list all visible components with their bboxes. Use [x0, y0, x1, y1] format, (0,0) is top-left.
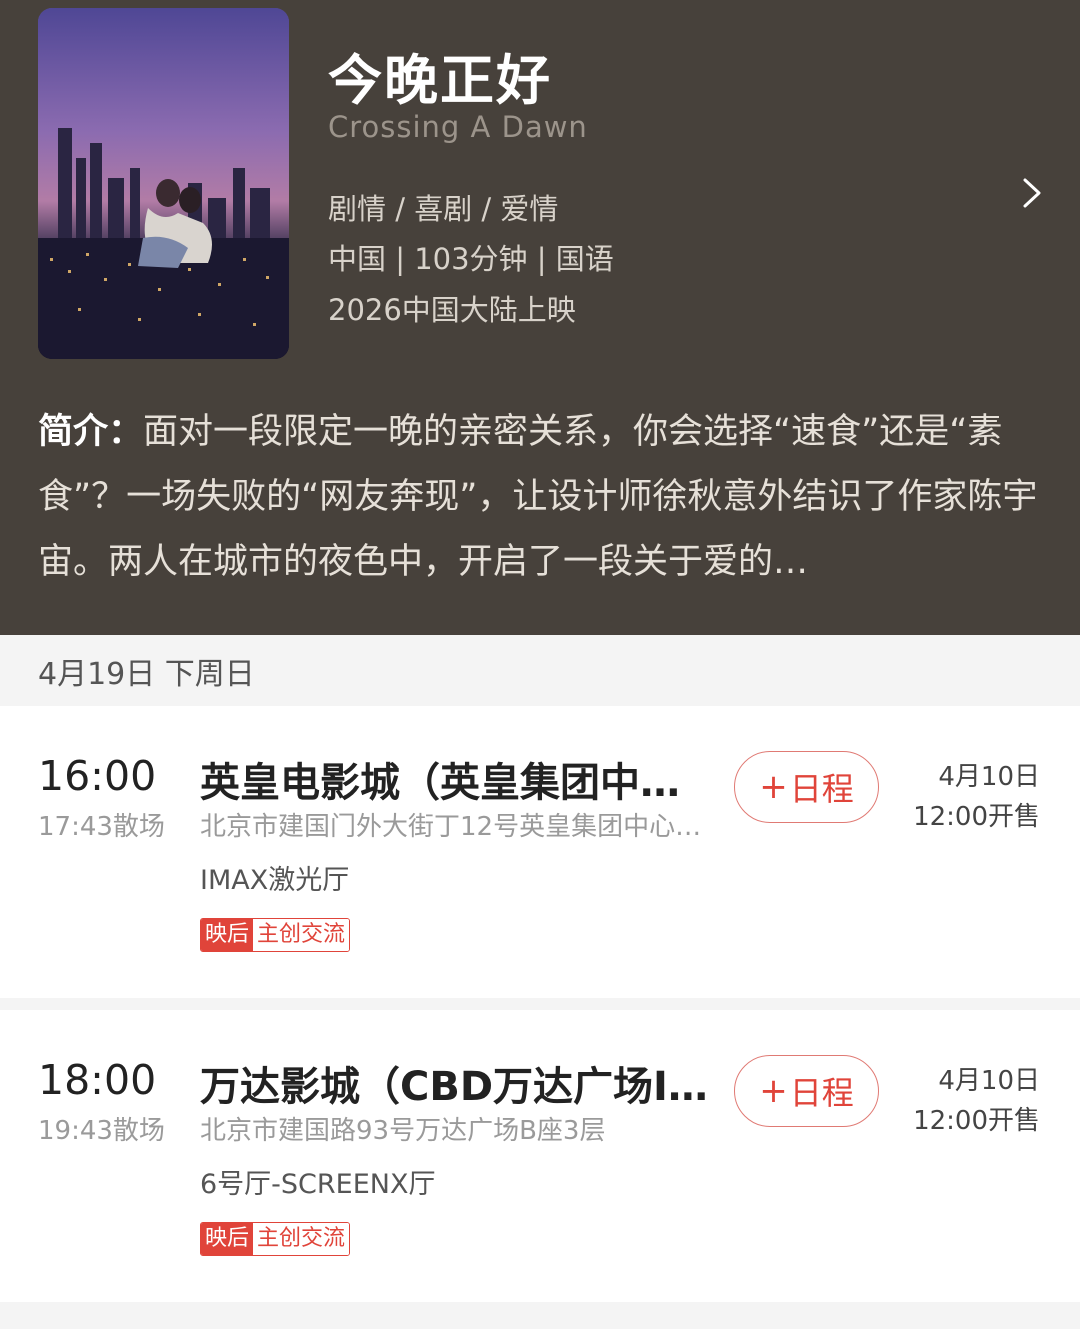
start-time: 18:00	[38, 1056, 157, 1104]
movie-header: 今晚正好 Crossing A Dawn 剧情 / 喜剧 / 爱情 中国 | 1…	[0, 0, 1080, 635]
event-tag-label: 主创交流	[253, 1223, 350, 1255]
event-tag-type: 映后	[201, 919, 254, 951]
add-schedule-label: 日程	[789, 770, 854, 808]
event-tag: 映后 主创交流	[200, 918, 351, 952]
movie-english-title: Crossing A Dawn	[328, 110, 588, 144]
showtime-card[interactable]: 18:00 19:43散场 万达影城（CBD万达广场I… 北京市建国路93号万达…	[0, 1010, 1080, 1302]
movie-synopsis[interactable]: 简介：面对一段限定一晚的亲密关系，你会选择“速食”还是“素食”？一场失败的“网友…	[38, 400, 1038, 595]
showtime-card[interactable]: 16:00 17:43散场 英皇电影城（英皇集团中… 北京市建国门外大街丁12号…	[0, 706, 1080, 998]
sale-time: 12:00开售	[913, 802, 1040, 832]
hall-name: 6号厅-SCREENX厅	[200, 1169, 436, 1200]
event-tag: 映后 主创交流	[200, 1222, 351, 1256]
end-time: 17:43散场	[38, 812, 165, 842]
synopsis-text: 面对一段限定一晚的亲密关系，你会选择“速食”还是“素食”？一场失败的“网友奔现”…	[38, 412, 1038, 582]
add-schedule-button[interactable]: + 日程	[734, 751, 879, 823]
sale-time: 12:00开售	[913, 1106, 1040, 1136]
cinema-address: 北京市建国路93号万达广场B座3层	[200, 1116, 606, 1146]
plus-icon: +	[759, 767, 788, 807]
event-tag-type: 映后	[201, 1223, 254, 1255]
start-time: 16:00	[38, 752, 157, 800]
end-time: 19:43散场	[38, 1116, 165, 1146]
hall-name: IMAX激光厅	[200, 865, 350, 896]
event-tag-label: 主创交流	[253, 919, 350, 951]
add-schedule-label: 日程	[789, 1074, 854, 1112]
movie-poster[interactable]	[38, 8, 289, 359]
movie-title: 今晚正好	[328, 49, 552, 112]
date-header: 4月19日 下周日	[0, 635, 1080, 705]
synopsis-label: 简介：	[38, 412, 144, 452]
add-schedule-button[interactable]: + 日程	[734, 1055, 879, 1127]
cinema-name: 万达影城（CBD万达广场I…	[200, 1064, 708, 1110]
date-label: 4月19日 下周日	[38, 657, 255, 692]
movie-info: 中国 | 103分钟 | 国语	[328, 242, 614, 276]
movie-release: 2026中国大陆上映	[328, 293, 576, 327]
cinema-address: 北京市建国门外大街丁12号英皇集团中心…	[200, 812, 702, 842]
movie-genres: 剧情 / 喜剧 / 爱情	[328, 192, 559, 226]
chevron-right-icon[interactable]	[1016, 176, 1048, 210]
poster-art	[38, 8, 289, 359]
cinema-name: 英皇电影城（英皇集团中…	[200, 760, 680, 806]
sale-date: 4月10日	[938, 762, 1040, 792]
sale-date: 4月10日	[938, 1066, 1040, 1096]
plus-icon: +	[759, 1071, 788, 1111]
